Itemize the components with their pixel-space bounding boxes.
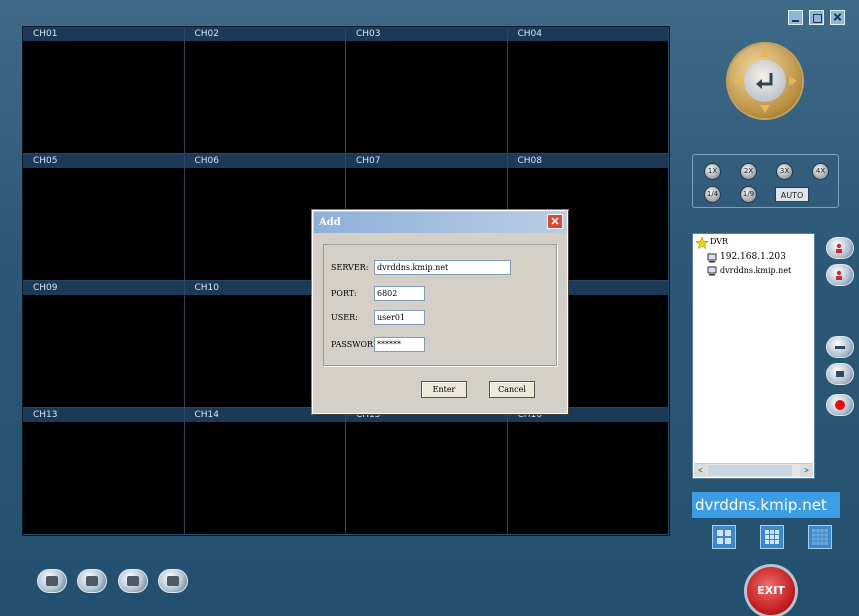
ptz-up-icon[interactable]	[760, 49, 770, 57]
channel-label: CH01	[23, 27, 184, 41]
channel-label: CH13	[23, 408, 184, 422]
auto-button[interactable]: AUTO	[775, 187, 809, 202]
password-input[interactable]: ******	[374, 337, 425, 352]
channel-cell[interactable]: CH02	[184, 27, 346, 154]
channel-label: CH03	[346, 27, 507, 41]
speed-1x-button[interactable]: 1X	[704, 163, 721, 180]
speed-3x-button[interactable]: 3X	[776, 163, 793, 180]
grid-16-icon	[812, 529, 828, 545]
close-button[interactable]	[830, 10, 845, 25]
computer-icon	[707, 266, 717, 276]
channel-label: CH05	[23, 154, 184, 168]
channel-label: CH08	[507, 154, 668, 168]
layout-16-button[interactable]	[808, 525, 832, 549]
channel-cell[interactable]: CH09	[23, 281, 185, 408]
scroll-right-icon[interactable]: >	[800, 464, 813, 477]
ptz-right-icon[interactable]	[789, 76, 797, 86]
port-input[interactable]: 6802	[374, 286, 425, 301]
camera-icon	[46, 576, 58, 586]
exit-button[interactable]: EXIT	[747, 567, 795, 615]
user-icon	[167, 576, 179, 586]
snapshot-button[interactable]	[37, 569, 67, 593]
channel-cell[interactable]: CH16	[507, 408, 669, 535]
record-button[interactable]	[826, 394, 854, 416]
dialog-close-icon[interactable]: ✕	[547, 214, 563, 229]
settings-button[interactable]	[826, 336, 854, 358]
user-button[interactable]	[158, 569, 188, 593]
speed-2x-button[interactable]: 2X	[740, 163, 757, 180]
grid-9-icon	[765, 530, 779, 544]
channel-label: CH09	[23, 281, 184, 295]
add-dialog: Add ✕ SERVER: dvrddns.kmip.net PORT: 680…	[312, 210, 568, 414]
channel-cell[interactable]: CH15	[346, 408, 508, 535]
record-icon	[835, 400, 845, 410]
tree-item-ip[interactable]: 192.168.1.203	[720, 252, 786, 262]
channel-cell[interactable]: CH14	[184, 408, 346, 535]
server-input[interactable]: dvrddns.kmip.net	[374, 260, 511, 275]
tree-scrollbar[interactable]: < >	[694, 463, 813, 477]
remove-user-icon	[836, 270, 842, 280]
channel-label: CH07	[346, 154, 507, 168]
server-name-label: dvrddns.kmip.net	[692, 492, 840, 518]
tape-icon	[86, 576, 98, 586]
tree-root-label[interactable]: DVR	[710, 237, 728, 246]
ptz-control[interactable]	[728, 44, 802, 118]
split-9-button[interactable]: 1/9	[740, 186, 757, 203]
channel-label: CH06	[184, 154, 345, 168]
device-tree[interactable]: DVR 192.168.1.203 dvrddns.kmip.net < >	[692, 233, 815, 479]
channel-cell[interactable]: CH04	[507, 27, 669, 154]
ptz-left-icon[interactable]	[733, 76, 741, 86]
ptz-down-icon[interactable]	[760, 105, 770, 113]
enter-icon	[756, 73, 773, 89]
grid-4-icon	[717, 530, 731, 544]
channel-cell[interactable]: CH03	[346, 27, 508, 154]
search-icon	[127, 576, 139, 586]
channel-cell[interactable]: CH01	[23, 27, 185, 154]
layout-4-button[interactable]	[712, 525, 736, 549]
tree-item-domain[interactable]: dvrddns.kmip.net	[720, 266, 791, 275]
password-label: PASSWORD	[331, 340, 380, 349]
config-icon	[836, 371, 844, 377]
star-icon	[696, 237, 708, 249]
server-label: SERVER:	[331, 263, 369, 272]
dialog-title: Add	[314, 212, 566, 233]
user-input[interactable]: user01	[374, 310, 425, 325]
scroll-thumb[interactable]	[708, 465, 792, 476]
computer-icon	[707, 253, 717, 263]
maximize-button[interactable]	[809, 10, 824, 25]
minimize-button[interactable]	[788, 10, 803, 25]
delete-device-button[interactable]	[826, 264, 854, 286]
channel-cell[interactable]: CH05	[23, 154, 185, 281]
user-label: USER:	[331, 313, 358, 322]
playback-button[interactable]	[77, 569, 107, 593]
ptz-center-button[interactable]	[744, 60, 786, 102]
split-4-button[interactable]: 1/4	[704, 186, 721, 203]
speed-4x-button[interactable]: 4X	[812, 163, 829, 180]
config-button[interactable]	[826, 363, 854, 385]
layout-9-button[interactable]	[760, 525, 784, 549]
add-device-button[interactable]	[826, 237, 854, 259]
channel-label: CH04	[507, 27, 668, 41]
channel-label: CH02	[184, 27, 345, 41]
scroll-left-icon[interactable]: <	[694, 464, 707, 477]
cancel-button[interactable]: Cancel	[489, 381, 535, 398]
search-button[interactable]	[118, 569, 148, 593]
channel-cell[interactable]: CH13	[23, 408, 185, 535]
port-label: PORT:	[331, 289, 357, 298]
tools-icon	[835, 346, 845, 349]
speed-panel: 1X 2X 3X 4X 1/4 1/9 AUTO	[692, 154, 839, 208]
enter-button[interactable]: Enter	[421, 381, 467, 398]
add-user-icon	[836, 243, 842, 253]
